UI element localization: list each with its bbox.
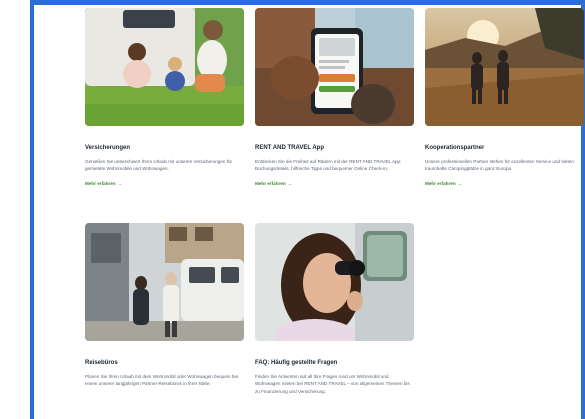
smartphone-app-image[interactable] (255, 8, 414, 126)
travel-agency-street-photo (85, 223, 244, 341)
frame-top-border (30, 0, 585, 5)
girl-binoculars-photo (255, 223, 414, 341)
card-description: Entdecken Sie die Freiheit auf Rädern mi… (255, 159, 402, 172)
card-description: Unsere professionellen Partner stehen fü… (425, 159, 574, 172)
more-link[interactable]: Mehr erfahren → (255, 181, 414, 187)
family-camping-image[interactable] (85, 8, 244, 126)
family-camping-photo (85, 8, 244, 126)
card-kooperationspartner[interactable]: Kooperationspartner Unsere professionell… (425, 8, 584, 187)
more-link[interactable]: Mehr erfahren → (85, 181, 244, 187)
card-description: Planen Sie Ihren Urlaub mit dem Wohnmobi… (85, 374, 239, 387)
card-app[interactable]: RENT AND TRAVEL App Entdecken Sie die Fr… (255, 8, 414, 187)
card-title: Kooperationspartner (425, 145, 485, 151)
card-title: FAQ: Häufig gestellte Fragen (255, 360, 338, 366)
girl-binoculars-image[interactable] (255, 223, 414, 341)
card-description: Finden Sie Antworten auf all Ihre Fragen… (255, 374, 410, 394)
travel-agency-image[interactable] (85, 223, 244, 341)
card-title: Versicherungen (85, 145, 131, 151)
couple-hiking-photo (425, 8, 584, 126)
arrow-right-icon: → (117, 180, 123, 186)
card-versicherungen[interactable]: Versicherungen Genießen Sie unbeschwert … (85, 8, 244, 187)
card-reisebueros[interactable]: Reisebüros Planen Sie Ihren Urlaub mit d… (85, 223, 244, 388)
card-faq[interactable]: FAQ: Häufig gestellte Fragen Finden Sie … (255, 223, 414, 395)
couple-hiking-image[interactable] (425, 8, 584, 126)
frame-left-border (30, 0, 34, 419)
smartphone-app-photo (255, 8, 414, 126)
arrow-right-icon: → (457, 180, 463, 186)
more-link[interactable]: Mehr erfahren → (425, 181, 584, 187)
card-description: Genießen Sie unbeschwert Ihren Urlaub mi… (85, 159, 233, 172)
card-title: RENT AND TRAVEL App (255, 145, 324, 151)
card-title: Reisebüros (85, 360, 118, 366)
arrow-right-icon: → (287, 180, 293, 186)
page-frame: Versicherungen Genießen Sie unbeschwert … (0, 0, 585, 419)
